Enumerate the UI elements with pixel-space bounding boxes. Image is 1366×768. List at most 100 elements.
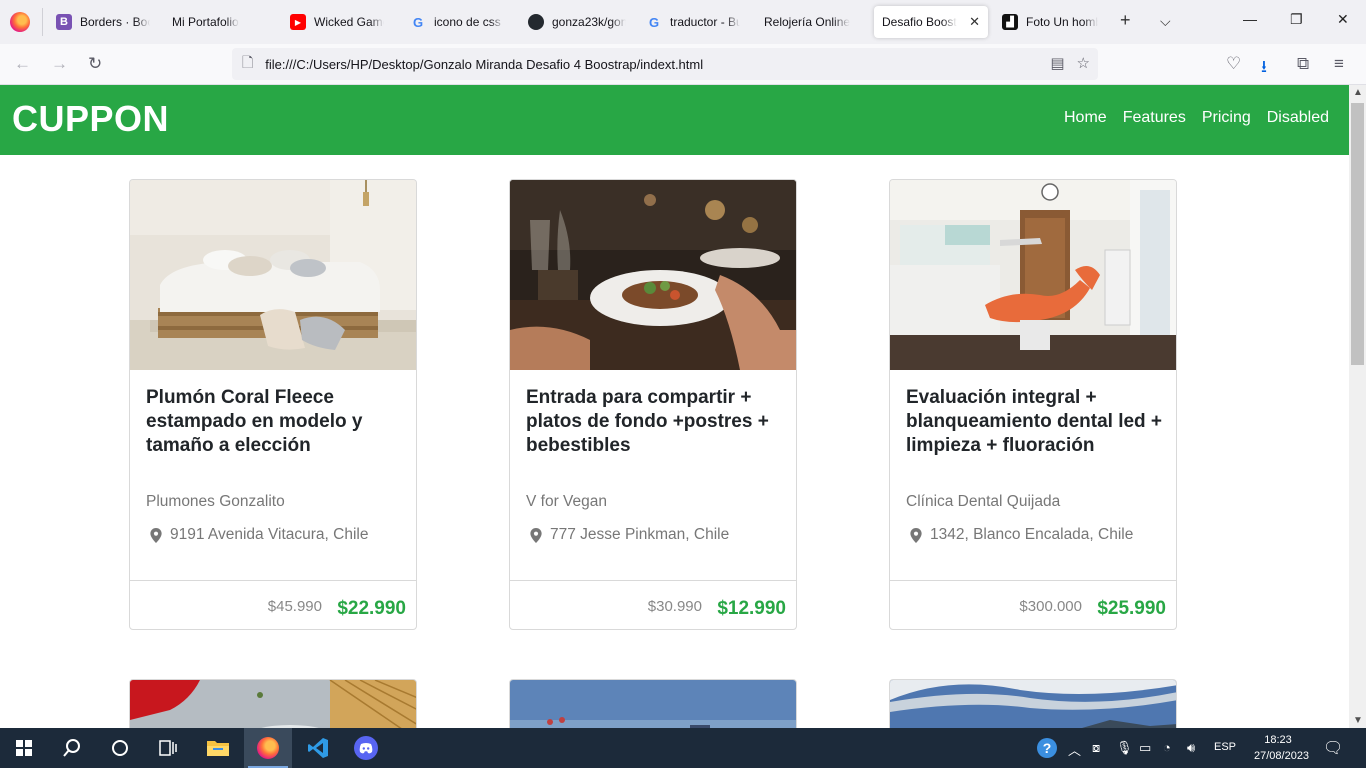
browser-tab-3[interactable]: ▶ Wicked Game [282,6,392,38]
page-viewport: CUPPON Home Features Pricing Disabled Pl… [0,85,1349,728]
firefox-menu-icon[interactable] [10,12,30,32]
tab-title: Relojería Online [764,15,851,29]
clock-time: 18:23 [1264,734,1292,746]
hamburger-menu-icon[interactable]: ≡ [1334,54,1344,74]
price-footer: $300.000 $25.990 [890,580,1176,629]
browser-navigation-bar: ← → ↻ 🗋 file:///C:/Users/HP/Desktop/Gonz… [0,44,1366,85]
bedroom-photo [130,180,416,370]
deal-title[interactable]: Plumón Coral Fleece estampado en modelo … [146,386,406,458]
scroll-down-arrow-icon[interactable]: ▼ [1353,715,1363,726]
food-photo [130,680,416,728]
microphone-icon[interactable]: 🎙︎ [1116,740,1133,756]
browser-tab-4[interactable]: G icono de css - [402,6,512,38]
extensions-icon[interactable]: ⧉ [1297,54,1309,74]
address-text: 1342, Blanco Encalada, Chile [930,526,1134,543]
product-card[interactable] [129,679,417,728]
price-footer: $30.990 $12.990 [510,580,796,629]
address-text: 777 Jesse Pinkman, Chile [550,526,730,543]
site-brand[interactable]: CUPPON [12,98,169,140]
search-icon[interactable] [48,728,96,768]
cortana-icon[interactable] [96,728,144,768]
url-text[interactable]: file:///C:/Users/HP/Desktop/Gonzalo Mira… [265,57,703,72]
restore-window-icon[interactable]: ❐ [1290,11,1303,28]
restaurant-photo [510,180,796,370]
browser-tab-1[interactable]: B Borders · Boot [48,6,158,38]
discord-icon[interactable] [342,728,390,768]
menu-pricing[interactable]: Pricing [1202,109,1251,127]
discount-price: $12.990 [717,598,786,619]
product-card[interactable] [509,679,797,728]
scrollbar-thumb[interactable] [1351,103,1364,365]
discount-price: $22.990 [337,598,406,619]
forward-arrow-icon[interactable]: → [51,54,68,74]
volume-icon[interactable]: 🔊︎ [1187,740,1195,756]
notifications-icon[interactable]: 🗨︎ [1323,738,1343,758]
youtube-icon: ▶ [290,14,306,30]
file-explorer-icon[interactable] [194,728,242,768]
help-icon[interactable]: ? [1037,738,1057,758]
tab-title: icono de css - [434,15,504,29]
mountain-photo [890,680,1176,728]
bootstrap-icon: B [56,14,72,30]
show-hidden-icons-icon[interactable]: ︿ [1068,740,1081,759]
browser-tab-strip: B Borders · Boot Mi Portafolio ▶ Wicked … [0,0,1366,44]
scroll-up-arrow-icon[interactable]: ▲ [1353,87,1363,98]
battery-icon[interactable]: ▭ [1139,740,1151,756]
menu-features[interactable]: Features [1123,109,1186,127]
map-pin-icon [910,527,922,543]
downloads-icon[interactable]: ⭳ [1261,54,1267,83]
bookmark-star-icon[interactable]: ☆ [1077,54,1090,72]
close-tab-icon[interactable]: ✕ [969,14,980,30]
menu-disabled[interactable]: Disabled [1267,109,1329,127]
minimize-window-icon[interactable]: — [1243,11,1257,27]
dental-clinic-photo [890,180,1176,370]
windows-taskbar: ? ︿ ⧇ 🎙︎ ▭ ◔ 🔊︎ ESP 18:23 27/08/2023 🗨︎ [0,728,1366,768]
windows-start-icon[interactable] [0,728,48,768]
address-line: 9191 Avenida Vitacura, Chile [150,526,369,544]
tab-title: Desafio Boostr [882,15,958,29]
firefox-taskbar-icon[interactable] [244,728,292,768]
vscode-icon[interactable] [294,728,342,768]
shop-name: V for Vegan [526,493,608,510]
deal-title[interactable]: Entrada para compartir + platos de fondo… [526,386,786,458]
language-indicator[interactable]: ESP [1214,741,1236,753]
reader-view-icon[interactable]: ▤ [1050,54,1064,72]
close-window-icon[interactable]: ✕ [1337,11,1349,28]
original-price: $45.990 [267,598,322,615]
wifi-icon[interactable]: ◔ [1163,740,1171,755]
unsplash-icon: ▟ [1002,14,1018,30]
browser-tab-9[interactable]: ▟ Foto Un homb [994,6,1106,38]
task-view-icon[interactable] [144,728,192,768]
product-card[interactable]: Evaluación integral + blanqueamiento den… [889,179,1177,630]
product-card[interactable]: Entrada para compartir + platos de fondo… [509,179,797,630]
browser-tab-5[interactable]: gonza23k/gon [520,6,634,38]
back-arrow-icon[interactable]: ← [14,54,31,74]
browser-tab-7[interactable]: Relojería Online [756,6,868,38]
camera-icon[interactable]: ⧇ [1092,740,1100,756]
site-navbar: CUPPON Home Features Pricing Disabled [0,85,1349,155]
price-footer: $45.990 $22.990 [130,580,416,629]
tab-title: Borders · Boot [80,15,150,29]
map-pin-icon [530,527,542,543]
tab-title: Foto Un homb [1026,15,1098,29]
clock-date: 27/08/2023 [1254,750,1310,762]
landscape-photo [510,680,796,728]
browser-tab-6[interactable]: G traductor - Bu [638,6,748,38]
product-card[interactable] [889,679,1177,728]
deal-title[interactable]: Evaluación integral + blanqueamiento den… [906,386,1166,458]
pocket-icon[interactable]: ♡ [1226,54,1241,74]
reload-icon[interactable]: ↻ [88,54,102,74]
page-document-icon: 🗋 [242,54,254,70]
browser-tab-2[interactable]: Mi Portafolio [164,6,274,38]
page-scrollbar[interactable]: ▲ ▼ [1349,85,1366,728]
new-tab-icon[interactable]: + [1120,10,1131,31]
address-text: 9191 Avenida Vitacura, Chile [170,526,369,543]
product-card[interactable]: Plumón Coral Fleece estampado en modelo … [129,179,417,630]
address-line: 1342, Blanco Encalada, Chile [910,526,1133,544]
browser-tab-active[interactable]: Desafio Boostr ✕ [874,6,988,38]
system-clock[interactable]: 18:23 27/08/2023 [1254,732,1310,764]
list-all-tabs-icon[interactable]: ⌵ [1160,13,1171,30]
menu-home[interactable]: Home [1064,109,1107,127]
tab-title: gonza23k/gon [552,15,626,29]
url-bar[interactable]: 🗋 file:///C:/Users/HP/Desktop/Gonzalo Mi… [232,48,1098,80]
